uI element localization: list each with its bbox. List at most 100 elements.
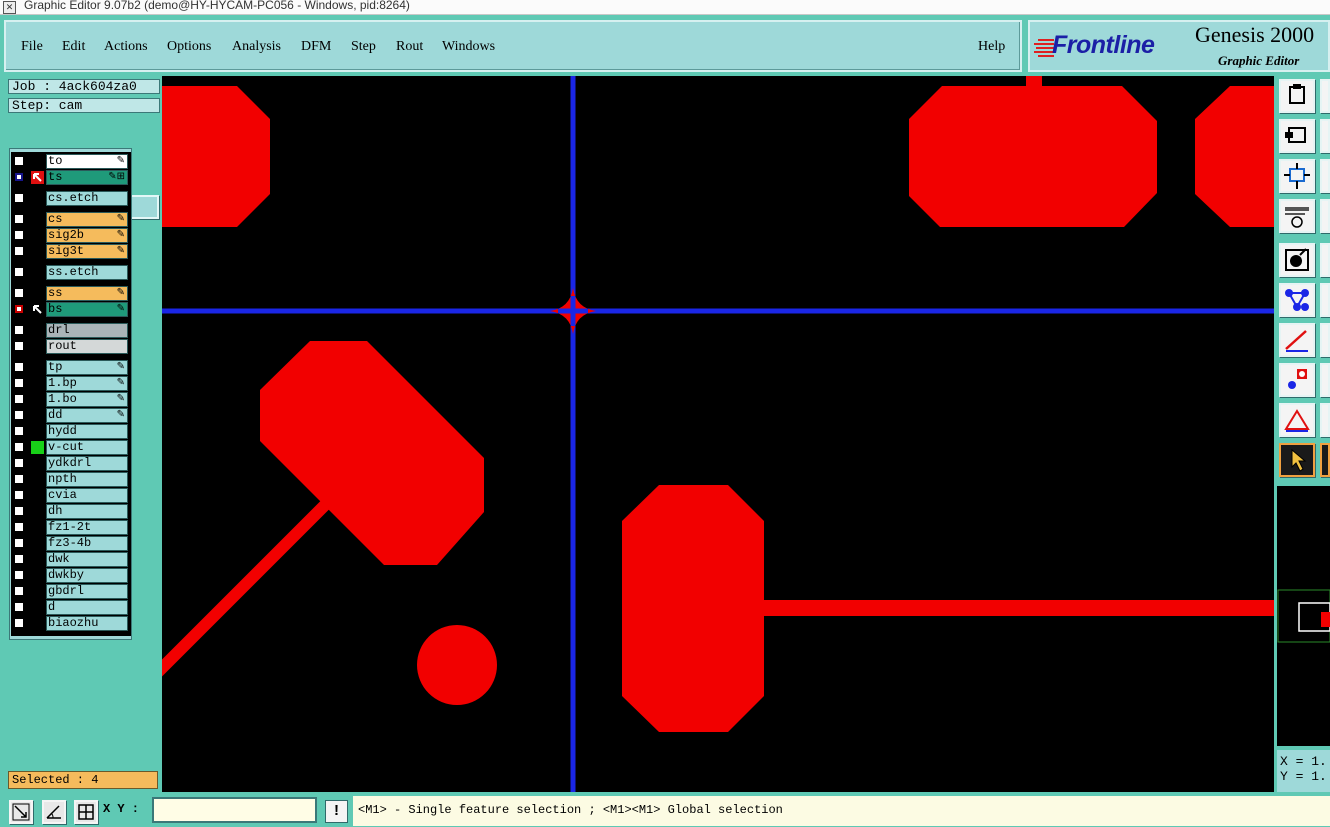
layer-name[interactable]: cs.etch xyxy=(46,191,128,206)
layer-row[interactable]: ydkdrl xyxy=(11,456,130,471)
pointer-icon[interactable] xyxy=(1279,443,1315,477)
layer-checkbox[interactable] xyxy=(14,522,24,532)
xy-input[interactable] xyxy=(152,797,317,823)
layer-checkbox[interactable] xyxy=(14,474,24,484)
menu-edit[interactable]: Edit xyxy=(62,39,85,55)
layer-checkbox[interactable] xyxy=(14,378,24,388)
layer-name[interactable]: to ✎ xyxy=(46,154,128,169)
zoom-fit-icon[interactable] xyxy=(1279,159,1315,193)
layer-checkbox[interactable] xyxy=(14,246,24,256)
layer-name[interactable]: 1.bo ✎ xyxy=(46,392,128,407)
tool-clipped-2[interactable] xyxy=(1320,119,1330,153)
layer-name[interactable]: tp ✎ xyxy=(46,360,128,375)
layer-name[interactable]: dd ✎ xyxy=(46,408,128,423)
layer-row[interactable]: biaozhu xyxy=(11,616,130,631)
layer-row[interactable]: npth xyxy=(11,472,130,487)
tool-clipped-4[interactable] xyxy=(1320,199,1330,233)
layer-checkbox[interactable] xyxy=(14,426,24,436)
layer-name[interactable]: drl xyxy=(46,323,128,338)
overview-minimap[interactable] xyxy=(1277,486,1330,746)
layer-checkbox[interactable] xyxy=(14,554,24,564)
layer-row[interactable]: hydd xyxy=(11,424,130,439)
open-icon[interactable] xyxy=(1279,79,1315,113)
layer-name[interactable]: fz3-4b xyxy=(46,536,128,551)
layer-row[interactable]: ss ✎ xyxy=(11,286,130,301)
tool-clipped-7[interactable] xyxy=(1320,323,1330,357)
layer-name[interactable]: fz1-2t xyxy=(46,520,128,535)
net-icon[interactable] xyxy=(1279,283,1315,317)
menu-options[interactable]: Options xyxy=(167,39,211,55)
layer-row[interactable]: ts ✎⊞ xyxy=(11,170,130,185)
layer-name[interactable]: rout xyxy=(46,339,128,354)
layer-checkbox[interactable] xyxy=(14,602,24,612)
layer-checkbox[interactable] xyxy=(14,570,24,580)
layer-checkbox[interactable] xyxy=(14,230,24,240)
layer-row[interactable]: cs ✎ xyxy=(11,212,130,227)
layer-row[interactable]: fz3-4b xyxy=(11,536,130,551)
layer-checkbox[interactable] xyxy=(14,394,24,404)
tool-clipped-1[interactable] xyxy=(1320,79,1330,113)
line-tool-icon[interactable] xyxy=(1279,323,1315,357)
menu-file[interactable]: File xyxy=(21,39,43,55)
layer-checkbox[interactable] xyxy=(14,506,24,516)
tool-clipped-8[interactable] xyxy=(1320,363,1330,397)
measure-icon[interactable] xyxy=(1279,403,1315,437)
layer-row[interactable]: gbdrl xyxy=(11,584,130,599)
layer-row[interactable]: dwkby xyxy=(11,568,130,583)
layer-row[interactable]: sig3t ✎ xyxy=(11,244,130,259)
menu-help[interactable]: Help xyxy=(978,39,1005,55)
layer-row[interactable]: rout xyxy=(11,339,130,354)
layer-name[interactable]: v-cut xyxy=(46,440,128,455)
layer-checkbox[interactable] xyxy=(14,458,24,468)
feature-select-icon[interactable] xyxy=(1279,243,1315,277)
layer-row[interactable]: dd ✎ xyxy=(11,408,130,423)
layer-row[interactable]: ss.etch xyxy=(11,265,130,280)
layer-checkbox[interactable] xyxy=(14,618,24,628)
menu-rout[interactable]: Rout xyxy=(396,39,423,55)
layer-checkbox[interactable] xyxy=(14,341,24,351)
layer-row[interactable]: dwk xyxy=(11,552,130,567)
layer-name[interactable]: hydd xyxy=(46,424,128,439)
menu-step[interactable]: Step xyxy=(351,39,376,55)
layer-checkbox[interactable] xyxy=(14,538,24,548)
layer-checkbox[interactable] xyxy=(14,156,24,166)
layer-name[interactable]: ydkdrl xyxy=(46,456,128,471)
layer-name[interactable]: ss.etch xyxy=(46,265,128,280)
layer-row[interactable]: cs.etch xyxy=(11,191,130,206)
graphic-canvas[interactable] xyxy=(162,76,1274,792)
insert-icon[interactable] xyxy=(1279,119,1315,153)
layer-checkbox[interactable] xyxy=(14,325,24,335)
layer-checkbox[interactable] xyxy=(14,410,24,420)
layer-name[interactable]: cs ✎ xyxy=(46,212,128,227)
layer-row[interactable]: fz1-2t xyxy=(11,520,130,535)
layer-checkbox[interactable] xyxy=(14,362,24,372)
layer-name[interactable]: bs ✎ xyxy=(46,302,128,317)
menu-actions[interactable]: Actions xyxy=(104,39,148,55)
layer-row[interactable]: dh xyxy=(11,504,130,519)
layer-checkbox[interactable] xyxy=(14,214,24,224)
layer-row[interactable]: drl xyxy=(11,323,130,338)
layer-name[interactable]: sig2b ✎ xyxy=(46,228,128,243)
layer-name[interactable]: 1.bp ✎ xyxy=(46,376,128,391)
layer-checkbox[interactable] xyxy=(14,288,24,298)
layer-name[interactable]: ss ✎ xyxy=(46,286,128,301)
tool-clipped-6[interactable] xyxy=(1320,283,1330,317)
layer-checkbox[interactable] xyxy=(14,304,24,314)
layer-name[interactable]: dwkby xyxy=(46,568,128,583)
layer-checkbox[interactable] xyxy=(14,442,24,452)
layer-row[interactable]: to ✎ xyxy=(11,154,130,169)
layer-checkbox[interactable] xyxy=(14,490,24,500)
snap-icon[interactable] xyxy=(9,800,33,824)
layer-checkbox[interactable] xyxy=(14,586,24,596)
app-icon[interactable]: ✕ xyxy=(3,1,16,14)
menu-dfm[interactable]: DFM xyxy=(301,39,331,55)
grid-icon[interactable] xyxy=(74,800,98,824)
layer-row[interactable]: 1.bp ✎ xyxy=(11,376,130,391)
layer-name[interactable]: ts ✎⊞ xyxy=(46,170,128,185)
layer-row[interactable]: 1.bo ✎ xyxy=(11,392,130,407)
layer-row[interactable]: v-cut xyxy=(11,440,130,455)
layer-checkbox[interactable] xyxy=(14,193,24,203)
layer-name[interactable]: cvia xyxy=(46,488,128,503)
tool-clipped-9[interactable] xyxy=(1320,403,1330,437)
palette-icon[interactable] xyxy=(1279,199,1315,233)
